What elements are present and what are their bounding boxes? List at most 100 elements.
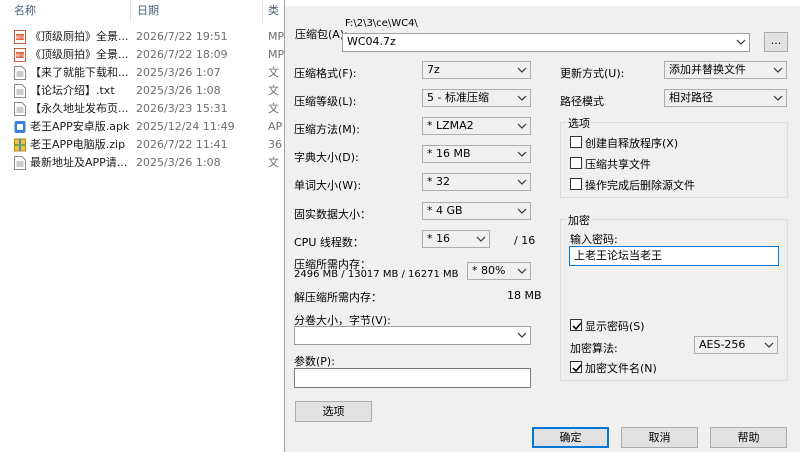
password-label: 输入密码: xyxy=(570,233,618,246)
format-label: 压缩格式(F): xyxy=(294,67,357,80)
column-header-type[interactable]: 类 xyxy=(268,0,279,22)
svg-text:MP4: MP4 xyxy=(16,35,25,40)
file-row[interactable]: 【永久地址发布页... 2026/3/23 15:31 文 xyxy=(0,100,290,118)
file-date: 2026/7/22 18:09 xyxy=(136,48,228,61)
file-row[interactable]: MP4 《顶级厕拍》全景... 2026/7/22 19:51 MP xyxy=(0,28,290,46)
file-row[interactable]: 最新地址及APP请... 2025/3/26 1:08 文 xyxy=(0,154,290,172)
file-date: 2025/3/26 1:07 xyxy=(136,66,221,79)
file-name: 最新地址及APP请... xyxy=(30,156,128,169)
file-name: 《顶级厕拍》全景... xyxy=(30,30,129,43)
options-group-title: 选项 xyxy=(566,115,592,131)
column-divider[interactable] xyxy=(262,0,263,22)
threads-total: / 16 xyxy=(514,234,536,247)
threads-value: * 16 xyxy=(427,232,450,245)
mem-comp-combo[interactable]: * 80% xyxy=(467,262,531,280)
params-label: 参数(P): xyxy=(294,355,335,368)
chevron-down-icon xyxy=(773,95,783,101)
shared-label: 压缩共享文件 xyxy=(585,158,651,171)
encrypt-names-label: 加密文件名(N) xyxy=(585,362,657,375)
method-value: * LZMA2 xyxy=(427,119,474,132)
split-combo[interactable] xyxy=(294,326,531,345)
file-row[interactable]: 老王APP电脑版.zip 2026/7/22 11:41 36 xyxy=(0,136,290,154)
algo-combo[interactable]: AES-256 xyxy=(694,336,778,354)
chevron-down-icon xyxy=(476,236,486,242)
file-name: 《顶级厕拍》全景... xyxy=(30,48,129,61)
options-button[interactable]: 选项 xyxy=(295,401,372,422)
threads-label: CPU 线程数： xyxy=(294,236,364,249)
chevron-down-icon xyxy=(517,208,527,214)
file-row[interactable]: MP4 《顶级厕拍》全景... 2026/7/22 18:09 MP xyxy=(0,46,290,64)
algo-label: 加密算法: xyxy=(570,342,618,355)
chevron-down-icon xyxy=(517,67,527,73)
word-combo[interactable]: * 32 xyxy=(422,173,531,191)
file-date: 2025/12/24 11:49 xyxy=(136,120,235,133)
dict-label: 字典大小(D): xyxy=(294,151,359,164)
chevron-down-icon xyxy=(517,123,527,129)
solid-label: 固实数据大小： xyxy=(294,208,371,221)
ok-button[interactable]: 确定 xyxy=(532,427,609,448)
mem-comp-value: * 80% xyxy=(472,264,506,277)
update-combo[interactable]: 添加并替换文件 xyxy=(664,61,787,79)
update-label: 更新方式(U): xyxy=(560,67,625,80)
delete-checkbox[interactable] xyxy=(570,178,582,190)
encryption-group-title: 加密 xyxy=(566,212,592,228)
level-label: 压缩等级(L): xyxy=(294,95,357,108)
mem-decomp-label: 解压缩所需内存： xyxy=(294,291,382,304)
pathmode-combo[interactable]: 相对路径 xyxy=(664,89,787,107)
svg-text:MP4: MP4 xyxy=(16,53,25,58)
mem-comp-detail: 2496 MB / 13017 MB / 16271 MB xyxy=(294,269,459,280)
chevron-down-icon xyxy=(736,39,746,45)
threads-combo[interactable]: * 16 xyxy=(422,230,490,248)
solid-combo[interactable]: * 4 GB xyxy=(422,202,531,220)
dict-combo[interactable]: * 16 MB xyxy=(422,145,531,163)
file-row[interactable]: 老王APP安卓版.apk 2025/12/24 11:49 AP xyxy=(0,118,290,136)
file-date: 2025/3/26 1:08 xyxy=(136,156,221,169)
file-name: 【永久地址发布页... xyxy=(30,102,129,115)
format-combo[interactable]: 7z xyxy=(422,61,531,79)
chevron-down-icon xyxy=(764,342,774,348)
column-header-date[interactable]: 日期 xyxy=(137,0,159,22)
file-row[interactable]: 【论坛介绍】.txt 2025/3/26 1:08 文 xyxy=(0,82,290,100)
chevron-down-icon xyxy=(517,151,527,157)
level-combo[interactable]: 5 - 标准压缩 xyxy=(422,89,531,107)
archive-label: 压缩包(A): xyxy=(295,28,348,41)
word-value: * 32 xyxy=(427,175,450,188)
file-date: 2026/7/22 11:41 xyxy=(136,138,228,151)
encrypt-names-checkbox[interactable] xyxy=(570,361,582,373)
help-button[interactable]: 帮助 xyxy=(710,427,787,448)
dialog-title-bar[interactable] xyxy=(285,0,800,6)
checkmark-icon xyxy=(572,322,582,331)
pathmode-label: 路径模式 xyxy=(560,95,604,108)
browse-button[interactable]: ... xyxy=(764,32,788,52)
solid-value: * 4 GB xyxy=(427,204,463,217)
chevron-down-icon xyxy=(517,332,527,338)
file-name: 老王APP电脑版.zip xyxy=(30,138,126,151)
delete-label: 操作完成后删除源文件 xyxy=(585,179,695,192)
password-input[interactable]: 上老王论坛当老王 xyxy=(569,246,779,266)
show-password-checkbox[interactable] xyxy=(570,319,582,331)
cancel-button[interactable]: 取消 xyxy=(621,427,698,448)
chevron-down-icon xyxy=(517,268,527,274)
file-name: 【来了就能下载和... xyxy=(30,66,129,79)
params-input[interactable] xyxy=(294,368,531,388)
chevron-down-icon xyxy=(773,67,783,73)
archive-path: F:\2\3\ce\WC4\ xyxy=(345,18,418,29)
archive-name-value: WC04.7z xyxy=(347,35,396,48)
column-divider[interactable] xyxy=(130,0,131,22)
chevron-down-icon xyxy=(517,179,527,185)
method-combo[interactable]: * LZMA2 xyxy=(422,117,531,135)
level-value: 5 - 标准压缩 xyxy=(427,91,489,104)
sfx-checkbox[interactable] xyxy=(570,136,582,148)
file-name: 【论坛介绍】.txt xyxy=(30,84,115,97)
chevron-down-icon xyxy=(517,95,527,101)
file-date: 2026/3/23 15:31 xyxy=(136,102,228,115)
file-row[interactable]: 【来了就能下载和... 2025/3/26 1:07 文 xyxy=(0,64,290,82)
word-label: 单词大小(W): xyxy=(294,179,362,192)
pathmode-value: 相对路径 xyxy=(669,91,713,104)
column-header-name[interactable]: 名称 xyxy=(14,0,36,22)
archive-name-combo[interactable]: WC04.7z xyxy=(342,33,750,52)
checkmark-icon xyxy=(572,364,582,373)
shared-checkbox[interactable] xyxy=(570,157,582,169)
update-value: 添加并替换文件 xyxy=(669,63,746,76)
method-label: 压缩方法(M): xyxy=(294,123,360,136)
